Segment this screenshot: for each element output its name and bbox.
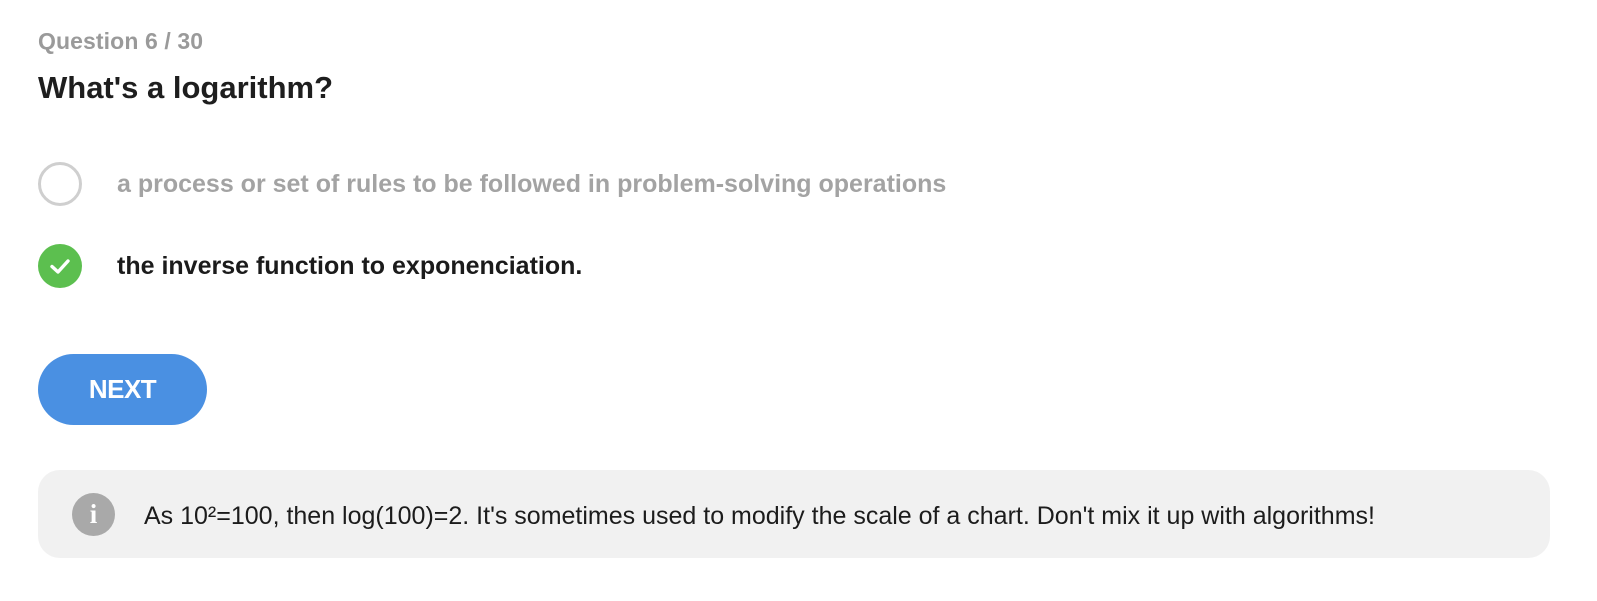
- next-button[interactable]: NEXT: [38, 354, 207, 425]
- radio-empty-icon[interactable]: [38, 162, 82, 206]
- explanation-box: i As 10²=100, then log(100)=2. It's some…: [38, 470, 1550, 558]
- explanation-text: As 10²=100, then log(100)=2. It's someti…: [144, 502, 1375, 530]
- info-icon: i: [72, 493, 115, 536]
- answer-option-1-label: a process or set of rules to be followed…: [117, 169, 947, 198]
- quiz-panel: Question 6 / 30 What's a logarithm? a pr…: [0, 0, 1597, 601]
- question-title: What's a logarithm?: [38, 70, 333, 105]
- answer-option-2[interactable]: the inverse function to exponenciation.: [38, 244, 582, 288]
- checkmark-icon: [50, 259, 70, 274]
- question-counter: Question 6 / 30: [38, 28, 204, 54]
- answer-option-2-label: the inverse function to exponenciation.: [117, 251, 583, 280]
- answer-option-1[interactable]: a process or set of rules to be followed…: [38, 162, 946, 206]
- check-circle-icon[interactable]: [38, 244, 82, 288]
